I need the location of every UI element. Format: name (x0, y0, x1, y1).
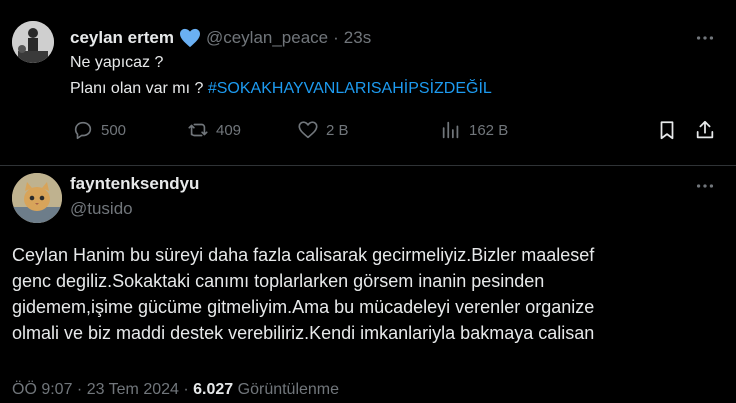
views-count: 162 B (469, 121, 509, 139)
reply-metadata: ÖÖ 9:07 · 23 Tem 2024 · 6.027 Görüntülen… (12, 381, 339, 399)
blue-heart-icon (179, 28, 201, 48)
tweet-text-question: Planı olan var mı ? (70, 80, 204, 97)
reply-text: Ceylan Hanim bu süreyi daha fazla calisa… (12, 242, 732, 346)
like-count: 2 B (326, 121, 349, 139)
author-name[interactable]: ceylan ertem (70, 28, 174, 48)
reply-views-count: 6.027 (193, 381, 234, 398)
repost-button[interactable]: 409 (187, 118, 241, 142)
like-icon (298, 121, 318, 139)
reply-icon (74, 121, 92, 140)
reply-count: 500 (101, 121, 127, 139)
bookmark-icon (660, 121, 674, 140)
tweet-text-line-1: Ne yapıcaz ? (70, 54, 164, 71)
share-icon (696, 120, 714, 139)
reply-views-label: Görüntülenme (237, 381, 340, 398)
reply-text-line: olmali ve biz maddi destek verebiliriz.K… (12, 323, 595, 343)
reply-text-line: genc degiliz.Sokaktaki canımı toplarlark… (12, 271, 545, 291)
views-button[interactable]: 162 B (440, 118, 508, 142)
hashtag-link[interactable]: #SOKAKHAYVANLARISAHİPSİZDEĞİL (208, 80, 492, 97)
reply-text-line: gidemem,işime gücüme gitmeliyim.Ama bu m… (12, 297, 595, 317)
bookmark-button[interactable] (656, 118, 685, 142)
more-icon[interactable] (694, 175, 716, 197)
reply-button[interactable]: 500 (72, 118, 126, 142)
more-icon[interactable] (694, 27, 716, 49)
reply-author-handle[interactable]: @tusido (70, 199, 133, 219)
tweet-time[interactable]: 23s (344, 28, 371, 48)
reply-author-name[interactable]: fayntenksendyu (70, 174, 199, 194)
separator: · (333, 28, 339, 47)
reply-text-line: Ceylan Hanim bu süreyi daha fazla calisa… (12, 245, 595, 265)
action-bar: 500 409 2 B 162 B (70, 118, 720, 142)
reply-timestamp[interactable]: ÖÖ 9:07 · 23 Tem 2024 · (12, 381, 189, 398)
tweet-text-line-2: Planı olan var mı ? #SOKAKHAYVANLARISAHİ… (70, 80, 492, 98)
repost-icon (188, 123, 208, 137)
author-line: ceylan ertem @ceylan_peace · 23s (70, 27, 371, 49)
share-button[interactable] (694, 118, 723, 142)
tweet: ceylan ertem @ceylan_peace · 23s Ne yapı… (0, 0, 736, 166)
author-handle[interactable]: @ceylan_peace (206, 28, 328, 48)
like-button[interactable]: 2 B (297, 118, 349, 142)
repost-count: 409 (216, 121, 242, 139)
avatar[interactable] (12, 21, 54, 63)
views-icon (442, 121, 459, 139)
avatar[interactable] (12, 173, 62, 223)
